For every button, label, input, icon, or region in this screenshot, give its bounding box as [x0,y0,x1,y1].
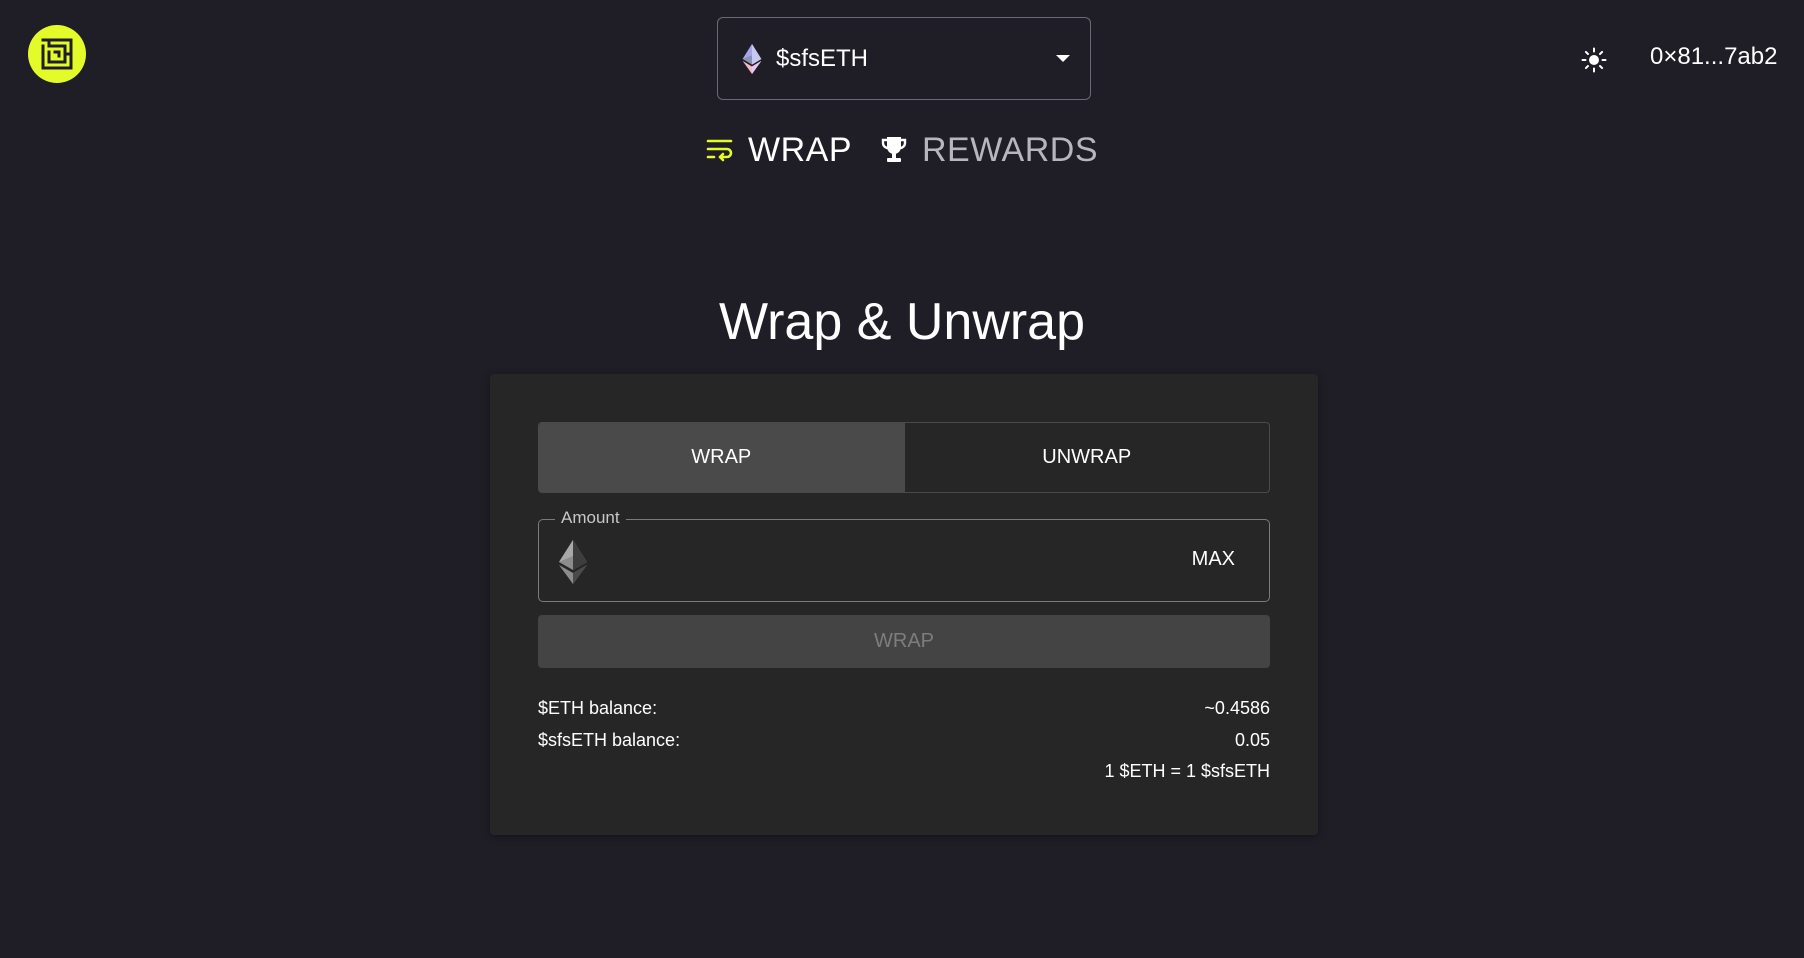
tab-wrap-label: WRAP [748,130,852,169]
amount-field: Amount MAX [538,508,1270,602]
exchange-rate-row: 1 $ETH = 1 $sfsETH [538,761,1270,785]
token-selector-label: $sfsETH [776,44,869,72]
max-button[interactable]: MAX [1192,548,1235,571]
page: $sfsETH 0×81...7ab2 WRAP REWARDS Wrap & … [0,0,1804,958]
exchange-rate: 1 $ETH = 1 $sfsETH [1104,761,1270,781]
ethereum-icon [559,540,587,584]
theme-toggle-button[interactable] [1580,46,1608,74]
wallet-address-button[interactable]: 0×81...7ab2 [1650,43,1777,71]
tab-rewards[interactable]: REWARDS [880,131,1098,170]
trophy-icon [881,137,907,162]
tab-wrap[interactable]: WRAP [706,131,852,170]
ethereum-icon [742,43,762,74]
sfseth-balance-row: $sfsETH balance: 0.05 [538,730,1270,754]
wrap-card: WRAP UNWRAP Amount MAX WRAP $ETH balance… [490,374,1318,835]
mode-unwrap-button[interactable]: UNWRAP [903,423,1270,492]
sun-icon [1581,47,1607,73]
main-nav: WRAP REWARDS [706,128,1098,172]
wrap-lines-icon [706,139,733,162]
amount-label: Amount [555,508,626,528]
mode-wrap-button[interactable]: WRAP [539,423,904,492]
sfseth-balance-value: 0.05 [1234,730,1270,750]
eth-balance-label: $ETH balance: [538,698,658,718]
amount-input[interactable] [603,538,1147,586]
mode-toggle-group: WRAP UNWRAP [538,422,1270,493]
tab-rewards-label: REWARDS [922,130,1099,169]
sfseth-balance-label: $sfsETH balance: [538,730,681,750]
wrap-submit-button[interactable]: WRAP [538,615,1270,668]
logo-icon[interactable] [28,25,86,83]
maze-logo-icon [41,38,73,70]
token-selector[interactable]: $sfsETH [717,17,1091,100]
chevron-down-icon [1056,55,1070,62]
eth-balance-row: $ETH balance: ~0.4586 [538,698,1270,722]
eth-balance-value: ~0.4586 [1204,698,1270,718]
page-title: Wrap & Unwrap [718,293,1086,351]
